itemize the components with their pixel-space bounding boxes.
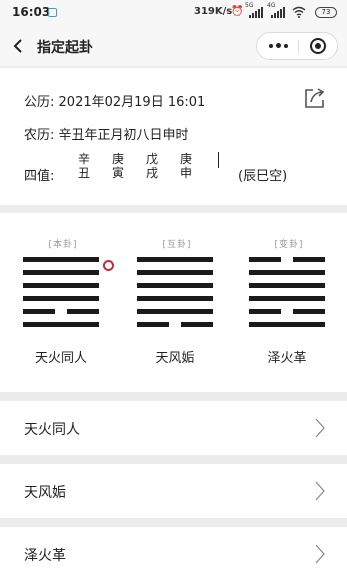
pillar-hour: 庚 申 [177,152,195,180]
cell-signal-icon: 4G [267,2,285,18]
hexagram-name: 泽火革 [267,351,307,366]
yang-line [23,296,99,301]
yang-line [23,322,99,327]
battery-icon: 73 [315,7,337,18]
mini-program-capsule [256,32,338,60]
status-bar: 16:03 319K/s ⏰ 5G 4G 73 [0,0,347,26]
hexagram-changed: [变卦] 泽火革 [249,237,329,367]
hexagram-tag: [本卦] [48,240,78,250]
list-item-changed-hexagram[interactable]: 泽火革 [0,527,347,581]
chevron-right-icon [315,544,325,564]
list-item-label: 天火同人 [24,422,80,438]
yang-line [137,257,213,262]
yang-line [249,296,325,301]
yang-line [249,322,325,327]
close-mini-program-icon[interactable] [310,38,326,54]
pillar-stem: 庚 [179,152,192,166]
yin-line [249,257,325,262]
pillar-stem: 戊 [145,152,158,166]
hexagram-name: 天风姤 [155,351,195,366]
share-icon[interactable] [303,87,326,110]
list-item-label: 天风姤 [24,485,66,501]
hexagram-name: 天火同人 [34,351,87,366]
notification-icon [48,8,57,17]
list-item-nuclear-hexagram[interactable]: 天风姤 [0,464,347,518]
list-item-original-hexagram[interactable]: 天火同人 [0,401,347,455]
capsule-divider [298,40,299,53]
pillar-stem: 庚 [111,152,124,166]
yin-line [249,309,325,314]
navigation-bar: 指定起卦 [0,26,347,66]
yin-line [137,322,213,327]
pillar-day: 戊 戌 [143,152,161,180]
gregorian-label: 公历: [24,95,55,110]
moving-line-marker [103,260,114,271]
gregorian-value: 2021年02月19日 16:01 [58,95,206,110]
network-speed: 319K/s [194,6,233,17]
list-item-label: 泽火革 [24,548,66,564]
pillar-branch: 戌 [145,166,158,180]
wifi-icon [292,6,306,18]
back-arrow-icon[interactable] [12,38,26,54]
void-branches: (辰巳空) [238,169,288,184]
pillar-branch: 申 [179,166,192,180]
lunar-value: 辛丑年正月初八日申时 [58,128,189,143]
yang-line [249,270,325,275]
pillar-stem: 辛 [77,152,90,166]
pillar-branch: 寅 [111,166,124,180]
hexagram-nuclear: [互卦] 天风姤 [137,237,217,367]
status-time: 16:03 [12,5,51,19]
more-menu-icon[interactable] [257,33,298,59]
yang-line [137,309,213,314]
pillar-branch: 丑 [77,166,90,180]
network-type-label: 4G [267,2,276,9]
network-type-label: 5G [245,2,254,9]
alarm-icon: ⏰ [231,6,244,17]
hexagram-tag: [变卦] [274,240,304,250]
lunar-date-row: 农历: 辛丑年正月初八日申时 [24,124,189,143]
pillar-month: 庚 寅 [109,152,127,180]
yang-line [23,283,99,288]
yin-line [23,309,99,314]
yang-line [137,296,213,301]
hexagram-card: [本卦] 天火同人 [互卦] 天风姤 [变卦] 泽火革 [0,213,347,392]
chevron-right-icon [315,418,325,438]
yang-line [137,270,213,275]
chevron-right-icon [315,481,325,501]
divination-info-card: 公历: 2021年02月19日 16:01 农历: 辛丑年正月初八日申时 四值:… [0,68,347,205]
pillar-year: 辛 丑 [75,152,93,180]
page-title: 指定起卦 [37,40,93,56]
hexagram-lines [137,257,217,337]
yang-line [249,283,325,288]
pillar-divider [218,152,219,168]
yang-line [23,270,99,275]
hexagram-lines [249,257,329,337]
gregorian-date-row: 公历: 2021年02月19日 16:01 [24,91,205,110]
cell-signal-icon: 5G [245,2,263,18]
hexagram-original: [本卦] 天火同人 [23,237,114,367]
hexagram-lines [23,257,103,337]
lunar-label: 农历: [24,128,55,143]
four-pillars-label: 四值: [24,169,55,184]
yang-line [137,283,213,288]
hexagram-tag: [互卦] [162,240,192,250]
yang-line [23,257,99,262]
